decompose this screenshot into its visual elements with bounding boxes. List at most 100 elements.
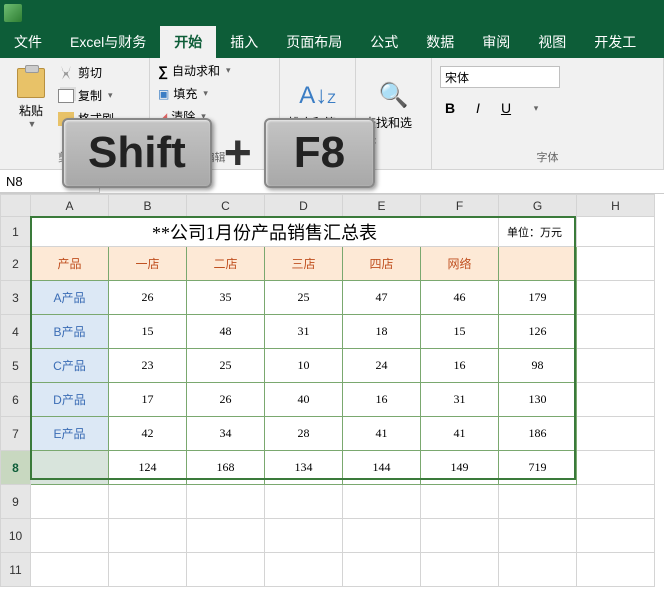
cut-button[interactable]: 剪切 (58, 62, 114, 83)
cell-E3[interactable]: 47 (343, 281, 421, 315)
tab-3[interactable]: 插入 (216, 26, 272, 58)
cell-H11[interactable] (577, 553, 655, 587)
cell-A9[interactable] (31, 485, 109, 519)
cell-A2[interactable]: 产品 (31, 247, 109, 281)
cell-E9[interactable] (343, 485, 421, 519)
cell-G10[interactable] (499, 519, 577, 553)
cell-H3[interactable] (577, 281, 655, 315)
cell-D4[interactable]: 31 (265, 315, 343, 349)
row-header-6[interactable]: 6 (1, 383, 31, 417)
tab-8[interactable]: 视图 (524, 26, 580, 58)
cell-B9[interactable] (109, 485, 187, 519)
row-header-11[interactable]: 11 (1, 553, 31, 587)
cell-C2[interactable]: 二店 (187, 247, 265, 281)
cell-F3[interactable]: 46 (421, 281, 499, 315)
tab-0[interactable]: 文件 (0, 26, 56, 58)
cell-F2[interactable]: 网络 (421, 247, 499, 281)
cell-A7[interactable]: E产品 (31, 417, 109, 451)
cell-D5[interactable]: 10 (265, 349, 343, 383)
cell-F5[interactable]: 16 (421, 349, 499, 383)
cell-C5[interactable]: 25 (187, 349, 265, 383)
cell-H7[interactable] (577, 417, 655, 451)
cell-G9[interactable] (499, 485, 577, 519)
cell-E2[interactable]: 四店 (343, 247, 421, 281)
cell-C7[interactable]: 34 (187, 417, 265, 451)
cell-B8[interactable]: 124 (109, 451, 187, 485)
cell-G6[interactable]: 130 (499, 383, 577, 417)
row-header-5[interactable]: 5 (1, 349, 31, 383)
row-header-7[interactable]: 7 (1, 417, 31, 451)
cell-G11[interactable] (499, 553, 577, 587)
cell-C4[interactable]: 48 (187, 315, 265, 349)
tab-1[interactable]: Excel与财务 (56, 26, 160, 58)
cell-E4[interactable]: 18 (343, 315, 421, 349)
col-header-C[interactable]: C (187, 195, 265, 217)
cell-D2[interactable]: 三店 (265, 247, 343, 281)
cell-C3[interactable]: 35 (187, 281, 265, 315)
row-header-3[interactable]: 3 (1, 281, 31, 315)
bold-button[interactable]: B (440, 100, 460, 116)
cell-H1[interactable] (577, 217, 655, 247)
cell-G1[interactable]: 单位：万元 (499, 217, 577, 247)
cell-F6[interactable]: 31 (421, 383, 499, 417)
cell-A3[interactable]: A产品 (31, 281, 109, 315)
cell-D6[interactable]: 40 (265, 383, 343, 417)
cell-D3[interactable]: 25 (265, 281, 343, 315)
cell-A4[interactable]: B产品 (31, 315, 109, 349)
spreadsheet-grid[interactable]: ABCDEFGH1**公司1月份产品销售汇总表单位：万元2产品一店二店三店四店网… (0, 194, 655, 587)
col-header-F[interactable]: F (421, 195, 499, 217)
cell-H4[interactable] (577, 315, 655, 349)
cell-D7[interactable]: 28 (265, 417, 343, 451)
cell-F9[interactable] (421, 485, 499, 519)
cell-E6[interactable]: 16 (343, 383, 421, 417)
font-name-select[interactable] (440, 66, 560, 88)
cell-B2[interactable]: 一店 (109, 247, 187, 281)
col-header-A[interactable]: A (31, 195, 109, 217)
cell-C11[interactable] (187, 553, 265, 587)
cell-E11[interactable] (343, 553, 421, 587)
cell-C9[interactable] (187, 485, 265, 519)
cell-H10[interactable] (577, 519, 655, 553)
cell-F10[interactable] (421, 519, 499, 553)
cell-F8[interactable]: 149 (421, 451, 499, 485)
cell-B4[interactable]: 15 (109, 315, 187, 349)
row-header-8[interactable]: 8 (1, 451, 31, 485)
col-header-E[interactable]: E (343, 195, 421, 217)
cell-A10[interactable] (31, 519, 109, 553)
paste-button[interactable]: 粘贴 ▼ (8, 62, 54, 129)
tab-9[interactable]: 开发工 (580, 26, 650, 58)
cell-H9[interactable] (577, 485, 655, 519)
row-header-1[interactable]: 1 (1, 217, 31, 247)
cell-G3[interactable]: 179 (499, 281, 577, 315)
italic-button[interactable]: I (468, 100, 488, 116)
col-header-G[interactable]: G (499, 195, 577, 217)
cell-C8[interactable]: 168 (187, 451, 265, 485)
fill-button[interactable]: ▣填充▾ (158, 85, 271, 102)
cell-F11[interactable] (421, 553, 499, 587)
cell-B5[interactable]: 23 (109, 349, 187, 383)
row-header-9[interactable]: 9 (1, 485, 31, 519)
row-header-4[interactable]: 4 (1, 315, 31, 349)
col-header-D[interactable]: D (265, 195, 343, 217)
row-header-10[interactable]: 10 (1, 519, 31, 553)
cell-A8[interactable] (31, 451, 109, 485)
cell-G2[interactable] (499, 247, 577, 281)
autosum-button[interactable]: ∑自动求和▾ (158, 62, 271, 79)
col-header-H[interactable]: H (577, 195, 655, 217)
cell-H8[interactable] (577, 451, 655, 485)
row-header-2[interactable]: 2 (1, 247, 31, 281)
cell-D9[interactable] (265, 485, 343, 519)
cell-E8[interactable]: 144 (343, 451, 421, 485)
cell-B11[interactable] (109, 553, 187, 587)
cell-D10[interactable] (265, 519, 343, 553)
cell-H5[interactable] (577, 349, 655, 383)
cell-G5[interactable]: 98 (499, 349, 577, 383)
tab-6[interactable]: 数据 (412, 26, 468, 58)
cell-B6[interactable]: 17 (109, 383, 187, 417)
cell-B7[interactable]: 42 (109, 417, 187, 451)
cell-A6[interactable]: D产品 (31, 383, 109, 417)
tab-7[interactable]: 审阅 (468, 26, 524, 58)
cell-C10[interactable] (187, 519, 265, 553)
select-all-corner[interactable] (1, 195, 31, 217)
cell-A1[interactable]: **公司1月份产品销售汇总表 (31, 217, 499, 247)
